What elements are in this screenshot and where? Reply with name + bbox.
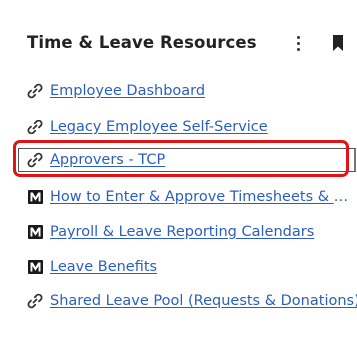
panel-title: Time & Leave Resources xyxy=(27,33,257,52)
bookmark-icon[interactable] xyxy=(332,35,344,51)
m-badge-icon xyxy=(26,188,44,206)
selection-highlight xyxy=(13,140,349,177)
link-label[interactable]: Legacy Employee Self-Service xyxy=(50,120,268,134)
link-legacy-self-service[interactable]: Legacy Employee Self-Service xyxy=(26,120,268,134)
link-label[interactable]: Shared Leave Pool (Requests & Donations) xyxy=(50,293,357,309)
link-icon xyxy=(26,120,44,134)
kebab-menu-icon[interactable] xyxy=(295,36,301,52)
link-timesheets-guide[interactable]: How to Enter & Approve Timesheets & Leav… xyxy=(26,186,350,208)
link-label[interactable]: Leave Benefits xyxy=(50,259,157,275)
link-payroll-calendars[interactable]: Payroll & Leave Reporting Calendars xyxy=(26,221,314,243)
link-label[interactable]: Employee Dashboard xyxy=(50,83,205,99)
link-leave-benefits[interactable]: Leave Benefits xyxy=(26,256,157,278)
m-badge-icon xyxy=(26,258,44,276)
link-icon xyxy=(26,292,44,310)
link-label[interactable]: Payroll & Leave Reporting Calendars xyxy=(50,224,314,240)
link-employee-dashboard[interactable]: Employee Dashboard xyxy=(26,80,205,102)
resources-panel: Time & Leave Resources Employee Dashboar… xyxy=(0,0,357,348)
link-icon xyxy=(26,82,44,100)
legacy-row-clip: Legacy Employee Self-Service xyxy=(0,120,357,134)
m-badge-icon xyxy=(26,223,44,241)
panel-header: Time & Leave Resources xyxy=(27,33,347,55)
link-label[interactable]: How to Enter & Approve Timesheets & Leav… xyxy=(50,189,350,205)
link-shared-leave-pool[interactable]: Shared Leave Pool (Requests & Donations) xyxy=(26,290,357,312)
